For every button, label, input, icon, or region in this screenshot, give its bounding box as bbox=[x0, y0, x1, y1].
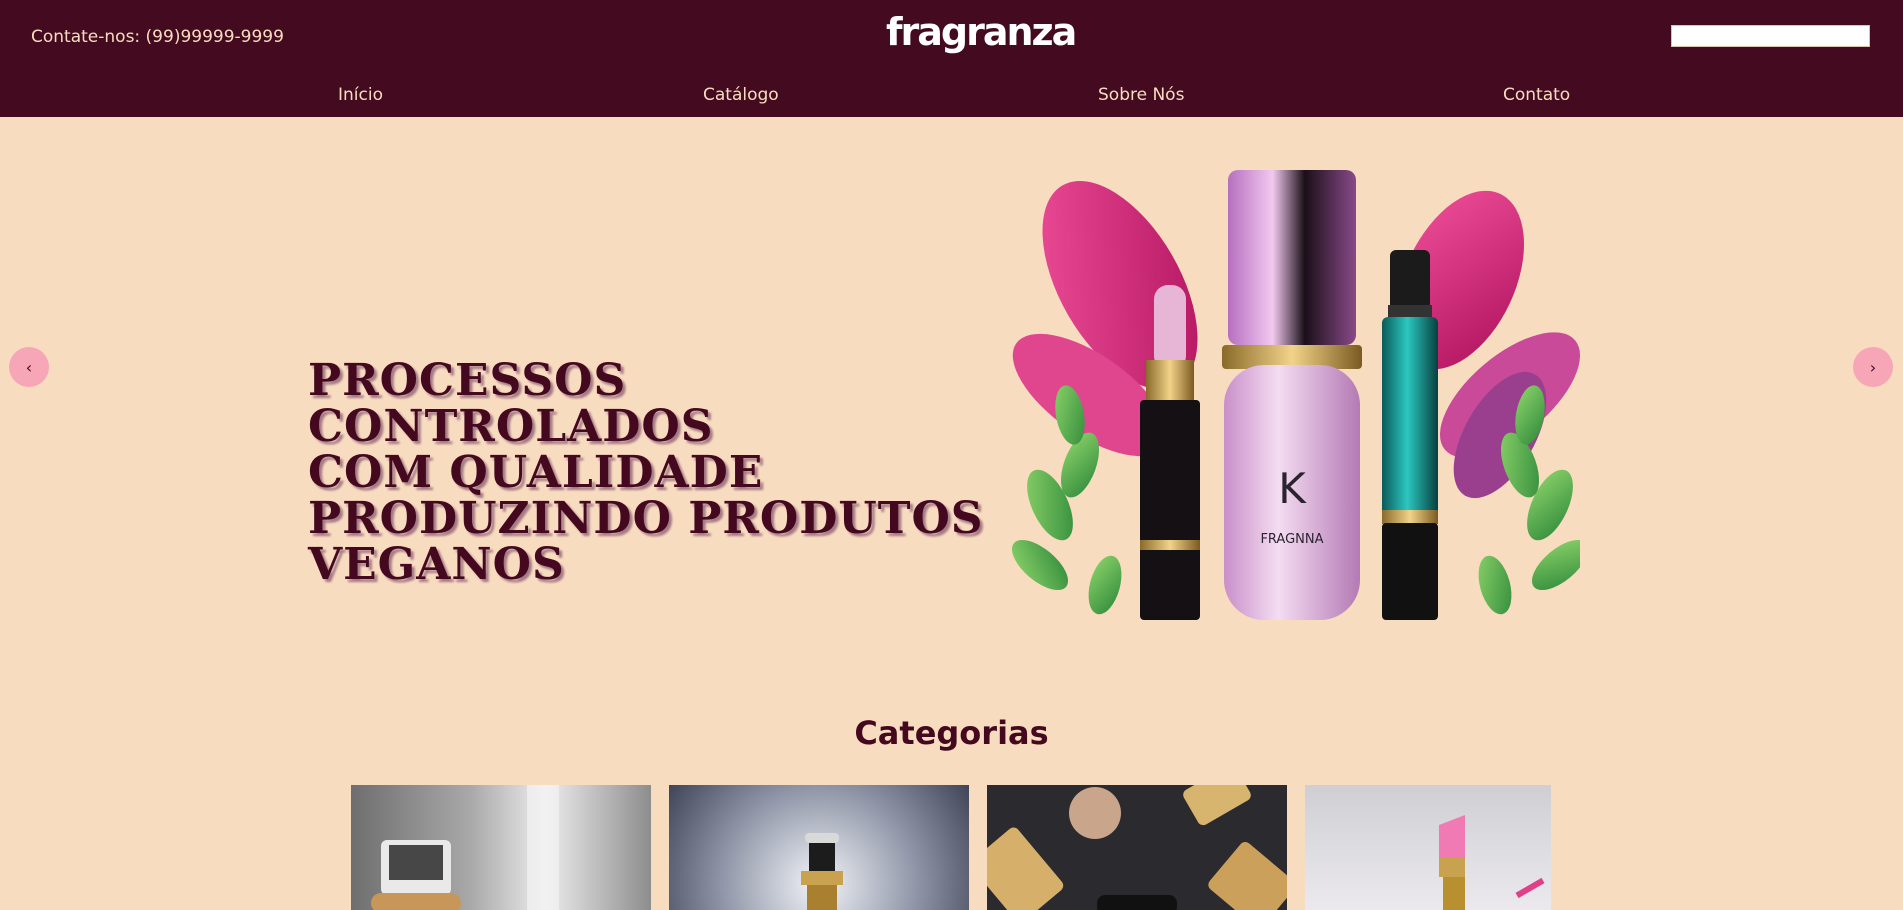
brand-logo[interactable]: fragranza bbox=[886, 10, 1077, 54]
hero-line-2: COM QUALIDADE bbox=[308, 447, 764, 498]
hero-line-1: PROCESSOS CONTROLADOS bbox=[308, 355, 714, 452]
category-card-3[interactable] bbox=[987, 785, 1287, 910]
categories-title: Categorias bbox=[854, 714, 1049, 752]
makeup-brush-image bbox=[987, 785, 1287, 910]
carousel-prev-button[interactable]: ‹ bbox=[9, 347, 49, 387]
hero-products-image: K FRAGNNA bbox=[1011, 170, 1580, 620]
hero-line-4: VEGANOS bbox=[308, 539, 565, 590]
site-header: Contate-nos: (99)99999-9999 fragranza In… bbox=[0, 0, 1903, 117]
lipstick-image bbox=[1439, 815, 1545, 910]
category-card-1[interactable] bbox=[351, 785, 651, 910]
chevron-left-icon: ‹ bbox=[25, 357, 33, 377]
category-card-4[interactable] bbox=[1305, 785, 1551, 910]
hero-headline: PROCESSOS CONTROLADOS COM QUALIDADE PROD… bbox=[308, 358, 1028, 588]
nav-link-sobre-nos[interactable]: Sobre Nós bbox=[1098, 85, 1184, 105]
carousel-next-button[interactable]: › bbox=[1853, 347, 1893, 387]
category-card-2[interactable] bbox=[669, 785, 969, 910]
perfume-bottle-image bbox=[801, 833, 843, 910]
search-input[interactable] bbox=[1671, 25, 1870, 47]
nav-link-catalogo[interactable]: Catálogo bbox=[703, 85, 779, 105]
chevron-right-icon: › bbox=[1869, 357, 1877, 377]
hero-line-3: PRODUZINDO PRODUTOS bbox=[308, 493, 984, 544]
nav-link-inicio[interactable]: Início bbox=[338, 85, 383, 105]
serum-bottle-image bbox=[371, 785, 559, 910]
contact-phone: Contate-nos: (99)99999-9999 bbox=[31, 27, 284, 47]
bottle-brand: FRAGNNA bbox=[1260, 532, 1323, 547]
bottle-letter: K bbox=[1278, 464, 1307, 513]
nav-link-contato[interactable]: Contato bbox=[1503, 85, 1570, 105]
